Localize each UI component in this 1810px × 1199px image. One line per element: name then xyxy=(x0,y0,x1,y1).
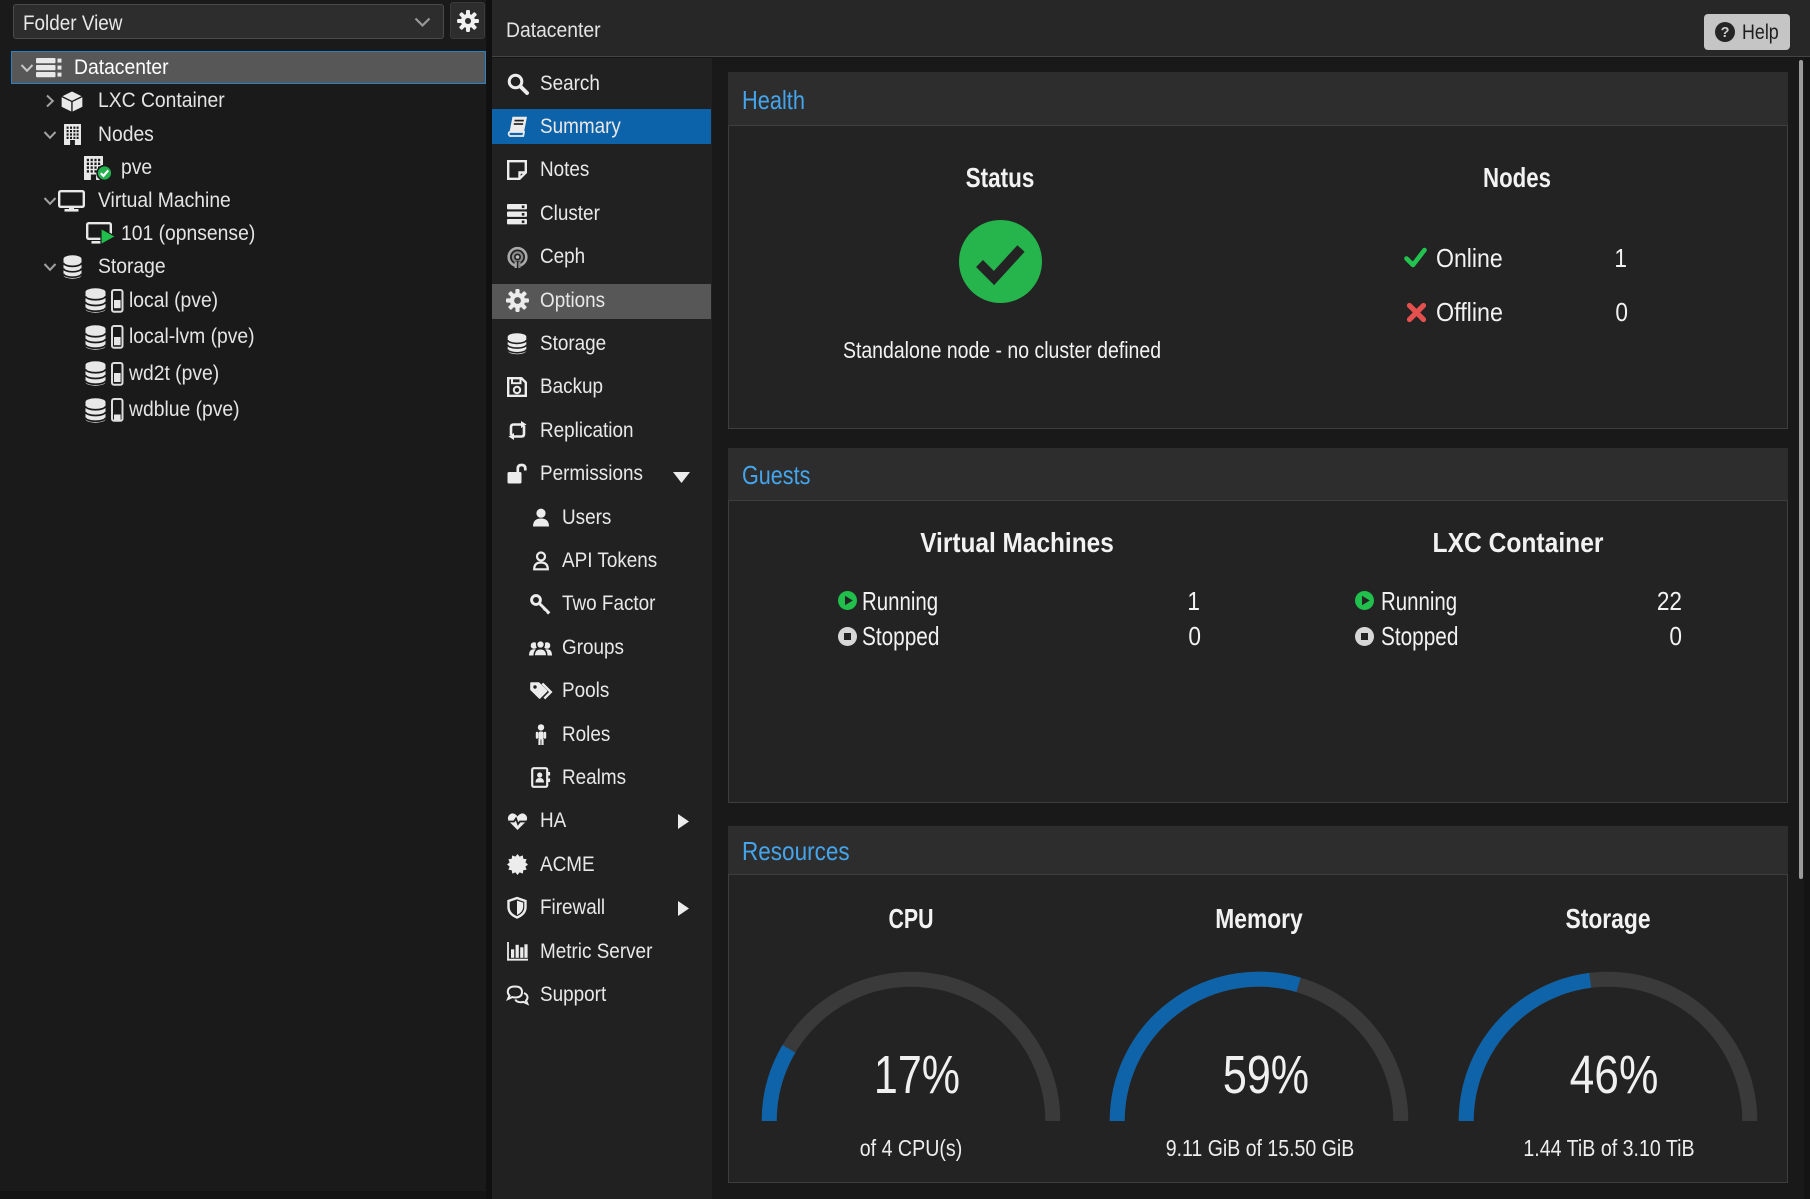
svg-text:?: ? xyxy=(1721,25,1730,41)
